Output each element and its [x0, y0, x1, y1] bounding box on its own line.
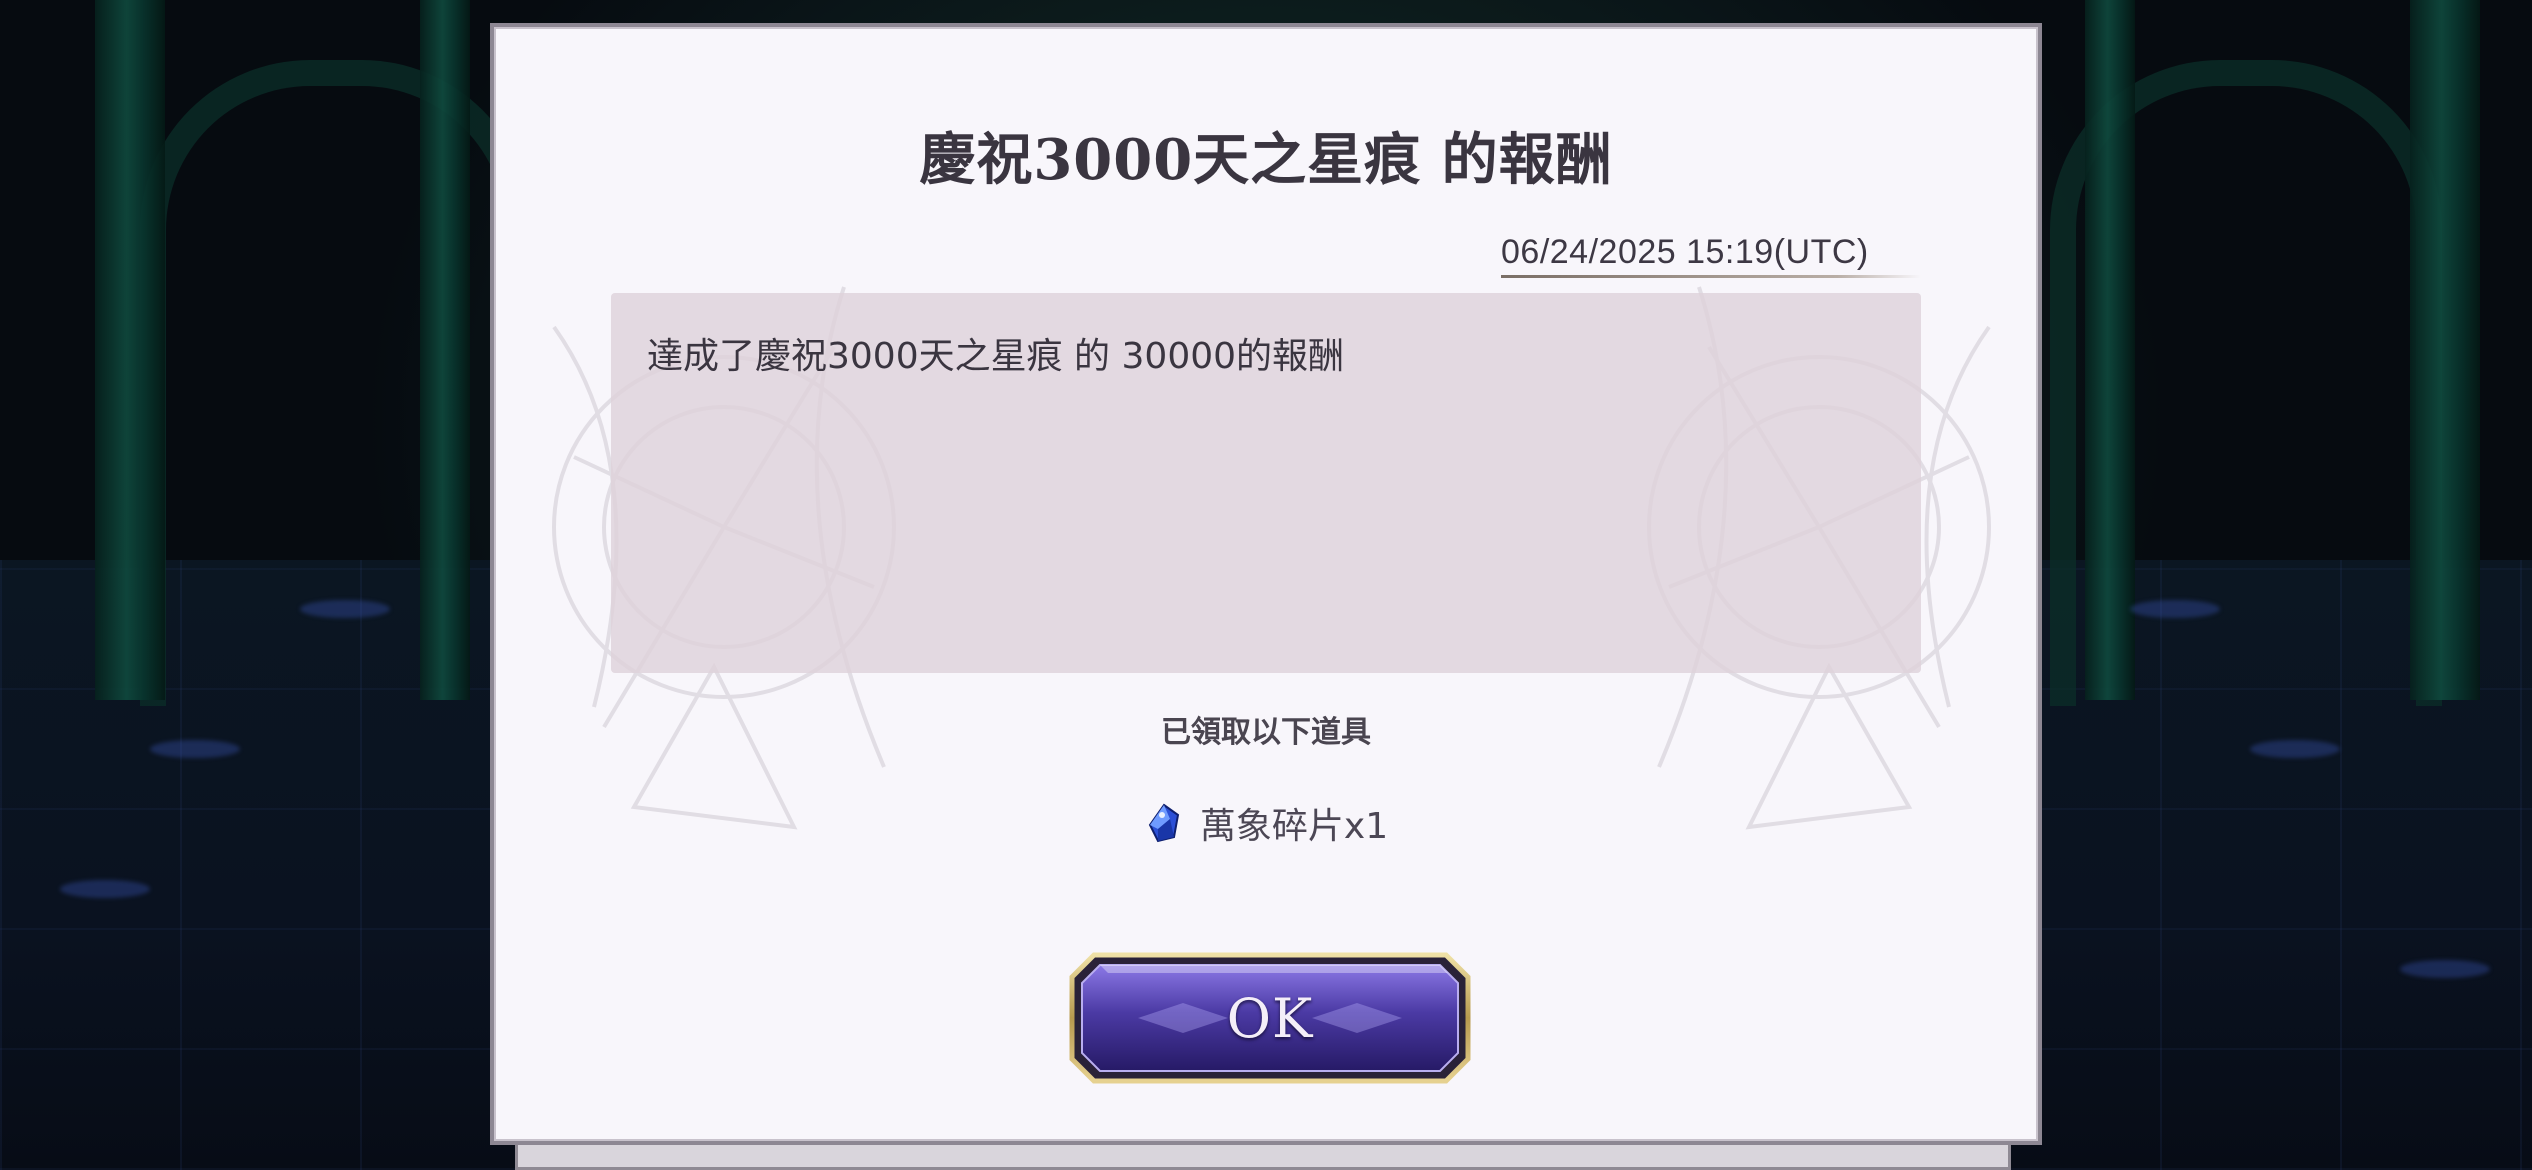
- timestamp-underline: [1501, 275, 1921, 278]
- floor-light: [300, 600, 390, 618]
- ok-button[interactable]: OK: [1068, 951, 1472, 1085]
- message-text: 達成了慶祝3000天之星痕 的 30000的報酬: [647, 336, 1345, 377]
- timestamp-text: 06/24/2025 15:19(UTC): [1501, 233, 1869, 271]
- timestamp: 06/24/2025 15:19(UTC): [1501, 217, 1921, 281]
- background-pillar: [95, 0, 165, 700]
- background-pillar: [2410, 0, 2480, 700]
- floor-light: [2400, 960, 2490, 978]
- game-scene: 慶祝3000天之星痕 的報酬 06/24/2025 15:19(UTC) 達成了…: [0, 0, 2532, 1170]
- background-pillar: [2085, 0, 2135, 700]
- reward-item: 萬象碎片x1: [494, 797, 2038, 849]
- floor-light: [2250, 740, 2340, 758]
- background-pillar: [420, 0, 470, 700]
- floor-light: [60, 880, 150, 898]
- floor-light: [2130, 600, 2220, 618]
- message-box: 達成了慶祝3000天之星痕 的 30000的報酬: [611, 293, 1921, 673]
- floor-light: [150, 740, 240, 758]
- ok-button-label: OK: [1226, 986, 1314, 1050]
- dialog-title: 慶祝3000天之星痕 的報酬: [919, 127, 1613, 193]
- blue-crystal-shard-icon: [1148, 803, 1179, 843]
- received-items-label: 已領取以下道具: [1161, 715, 1371, 750]
- reward-label: 萬象碎片x1: [1199, 806, 1389, 847]
- reward-dialog: 慶祝3000天之星痕 的報酬 06/24/2025 15:19(UTC) 達成了…: [490, 23, 2042, 1145]
